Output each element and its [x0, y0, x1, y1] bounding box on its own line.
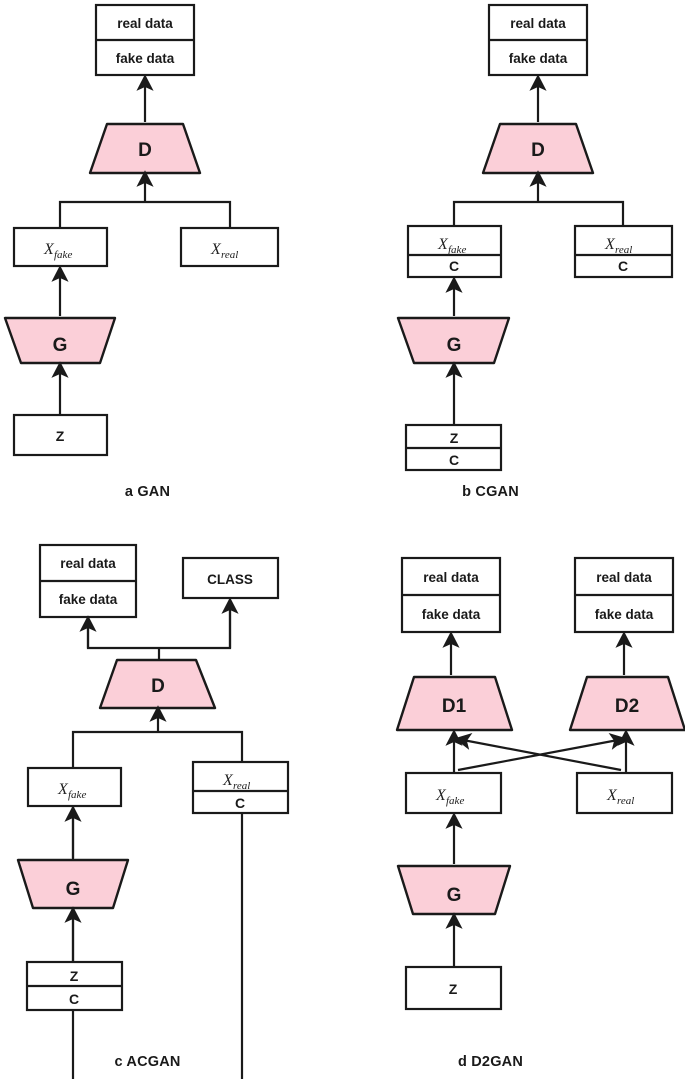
c-label: C	[449, 258, 459, 274]
z-label: Z	[450, 430, 459, 446]
fake-data-label: fake data	[595, 607, 654, 622]
fake-data-label: fake data	[59, 592, 118, 607]
output-box-b: real data fake data	[487, 3, 589, 77]
x-fake-sub: fake	[68, 789, 86, 801]
output-box-d-left: real data fake data	[400, 556, 502, 634]
generator-g-c: G	[16, 858, 130, 910]
real-data-label: real data	[423, 570, 479, 585]
g-label: G	[66, 879, 81, 900]
generator-g-d: G	[396, 864, 512, 916]
output-box-a: real data fake data	[94, 3, 196, 77]
x-real-sub: real	[617, 795, 634, 807]
z-label: Z	[56, 428, 65, 444]
class-label: CLASS	[207, 572, 253, 587]
c-label: C	[618, 258, 628, 274]
bracket-a	[58, 200, 232, 228]
fake-data-label: fake data	[422, 607, 481, 622]
z-box-a: Z	[12, 413, 109, 457]
g-label: G	[447, 885, 462, 906]
c-label: C	[449, 452, 459, 468]
x-fake-sub: fake	[446, 795, 464, 807]
x-fake-c-box-b: X fake C	[406, 224, 503, 279]
caption-panel-b: b CGAN	[462, 484, 519, 500]
panel-cgan: real data fake data D X fake C X real C	[343, 0, 685, 520]
c-label: C	[69, 991, 79, 1007]
real-data-label: real data	[510, 16, 566, 31]
real-data-label: real data	[60, 556, 116, 571]
z-c-box-b: Z C	[404, 423, 503, 472]
output-box-d-right: real data fake data	[573, 556, 675, 634]
x-real-c-box-b: X real C	[573, 224, 674, 279]
caption-panel-d: d D2GAN	[457, 1054, 524, 1070]
discriminator-d-b: D	[481, 122, 595, 175]
caption-panel-c: c ACGAN	[114, 1054, 181, 1070]
d2-label: D2	[615, 696, 639, 717]
generator-g-a: G	[3, 316, 117, 365]
discriminator-d2: D2	[568, 675, 685, 732]
g-label: G	[53, 335, 68, 356]
z-c-box-c: Z C	[25, 960, 124, 1012]
fake-data-label: fake data	[116, 51, 175, 66]
bracket-b	[452, 200, 625, 226]
x-fake-box-c: X fake	[26, 766, 123, 808]
x-fake-sub: fake	[448, 244, 466, 256]
g-label: G	[447, 335, 462, 356]
x-fake-box-d: X fake	[404, 771, 503, 815]
generator-g-b: G	[396, 316, 511, 365]
x-real-sub: real	[615, 244, 632, 256]
discriminator-d-c: D	[98, 658, 217, 710]
x-fake-box-a: X fake	[12, 226, 109, 268]
caption-panel-a: a GAN	[124, 484, 171, 500]
x-real-box-a: X real	[179, 226, 280, 268]
panel-gan: real data fake data D X fake X real G Z	[0, 0, 343, 520]
x-real-c-box-c: X real C	[191, 760, 290, 815]
d-label: D	[138, 140, 152, 161]
x-real-sub: real	[221, 249, 238, 261]
discriminator-d-a: D	[88, 122, 202, 175]
real-data-label: real data	[117, 16, 173, 31]
panel-acgan: real data fake data CLASS D X fake X rea…	[0, 520, 343, 1079]
z-box-d: Z	[404, 965, 503, 1011]
class-box-c: CLASS	[181, 556, 280, 600]
x-fake-sub: fake	[54, 249, 72, 261]
fake-data-label: fake data	[509, 51, 568, 66]
x-real-sub: real	[233, 780, 250, 792]
output-box-c: real data fake data	[38, 543, 138, 619]
x-real-box-d: X real	[575, 771, 674, 815]
real-data-label: real data	[596, 570, 652, 585]
z-label: Z	[449, 981, 458, 997]
panel-d2gan: real data fake data real data fake data …	[343, 520, 685, 1079]
d-label: D	[531, 140, 545, 161]
d-label: D	[151, 676, 165, 697]
c-label: C	[235, 795, 245, 811]
d1-label: D1	[442, 696, 467, 717]
z-label: Z	[70, 968, 79, 984]
discriminator-d1: D1	[395, 675, 514, 732]
